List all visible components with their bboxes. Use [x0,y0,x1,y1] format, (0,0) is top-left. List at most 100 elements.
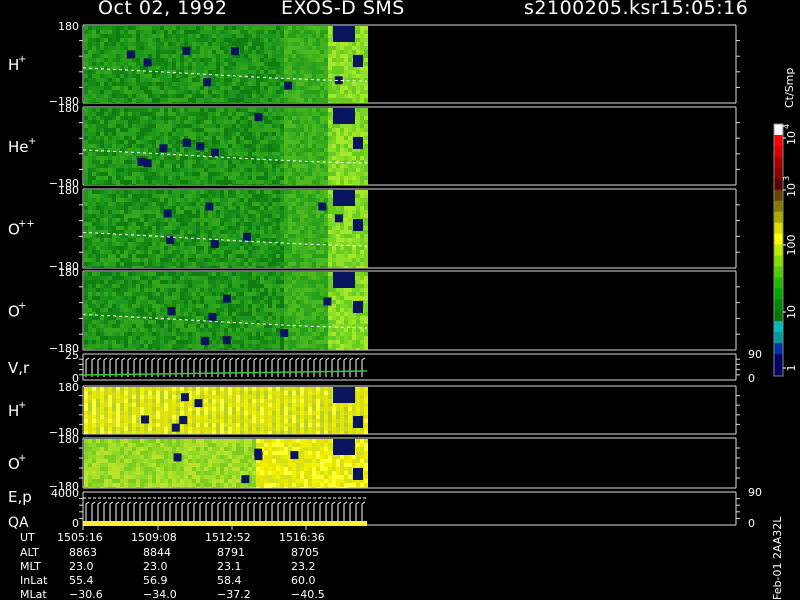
heatmap-cell [324,140,328,144]
heatmap-cell [152,136,156,140]
heatmap-cell [356,94,360,98]
heatmap-cell [84,218,88,222]
heatmap-cell [224,266,228,268]
heatmap-cell [348,234,352,238]
heatmap-cell [160,98,164,102]
heatmap-cell [124,194,128,198]
heatmap-cell [164,184,168,185]
heatmap-cell [96,50,100,54]
heatmap-cell [244,194,248,198]
heatmap-cell [340,238,344,242]
heatmap-cell [204,226,208,230]
heatmap-cell [100,308,104,312]
heatmap-cell [300,194,304,198]
heatmap-cell [280,70,284,74]
heatmap-cell [224,198,228,202]
heatmap-cell [328,194,332,198]
heatmap-cell [224,164,228,168]
heatmap-cell [220,38,224,42]
heatmap-cell [204,144,208,148]
heatmap-cell [156,250,160,254]
heatmap-cell [124,340,128,344]
heatmap-cell [204,132,208,136]
heatmap-cell [160,250,164,254]
heatmap-cell [84,242,88,246]
heatmap-cell [280,258,284,262]
heatmap-cell [248,30,252,34]
heatmap-cell [320,176,324,180]
heatmap-cell [308,70,312,74]
heatmap-cell [92,94,96,98]
heatmap-cell [112,266,116,268]
heatmap-cell [272,206,276,210]
heatmap-cell [360,94,364,98]
heatmap-cell [236,214,240,218]
heatmap-cell [300,230,304,234]
heatmap-cell [232,168,236,172]
heatmap-cell [220,176,224,180]
heatmap-cell [156,254,160,258]
heatmap-cell [364,50,368,54]
heatmap-cell [256,46,260,50]
heatmap-cell [360,172,364,176]
heatmap-cell [144,148,148,152]
heatmap-cell [156,336,160,340]
heatmap-cell [100,202,104,206]
heatmap-cell [172,108,176,112]
heatmap-cell [364,112,368,116]
heatmap-cell [308,116,312,120]
heatmap-cell [92,86,96,90]
heatmap-cell [248,78,252,82]
heatmap-cell [196,198,200,202]
heatmap-cell [172,190,176,194]
heatmap-cell [268,66,272,70]
heatmap-cell [264,238,268,242]
heatmap-cell [240,46,244,50]
heatmap-cell [260,152,264,156]
heatmap-cell [276,160,280,164]
heatmap-cell [188,276,192,280]
heatmap-cell [176,304,180,308]
heatmap-cell [176,340,180,344]
heatmap-cell [88,258,92,262]
heatmap-cell [92,328,96,332]
heatmap-cell [236,202,240,206]
heatmap-cell [240,164,244,168]
heatmap-cell [192,262,196,266]
heatmap-cell [284,266,288,268]
heatmap-cell [164,38,168,42]
heatmap-cell [228,124,232,128]
heatmap-cell [308,86,312,90]
heatmap-cell [136,258,140,262]
heatmap-cell [180,266,184,268]
heatmap-cell [112,62,116,66]
heatmap-cell [208,328,212,332]
heatmap-cell [236,184,240,185]
heatmap-cell [292,168,296,172]
heatmap-cell [112,280,116,284]
heatmap-cell [304,202,308,206]
heatmap-cell [152,90,156,94]
heatmap-cell [256,234,260,238]
heatmap-cell [220,152,224,156]
heatmap-cell [84,172,88,176]
heatmap-cell [300,156,304,160]
heatmap-cell [92,308,96,312]
heatmap-cell [356,180,360,184]
heatmap-cell [172,300,176,304]
heatmap-cell [224,230,228,234]
heatmap-cell [144,324,148,328]
heatmap-cell [236,78,240,82]
heatmap-cell [204,180,208,184]
heatmap-cell [164,292,168,296]
heatmap-cell [112,98,116,102]
heatmap-cell [192,120,196,124]
heatmap-cell [108,132,112,136]
heatmap-cell [276,62,280,66]
heatmap-cell [260,94,264,98]
heatmap-cell [128,148,132,152]
heatmap-cell [196,46,200,50]
heatmap-cell [328,180,332,184]
heatmap-cell [124,202,128,206]
heatmap-cell [124,226,128,230]
